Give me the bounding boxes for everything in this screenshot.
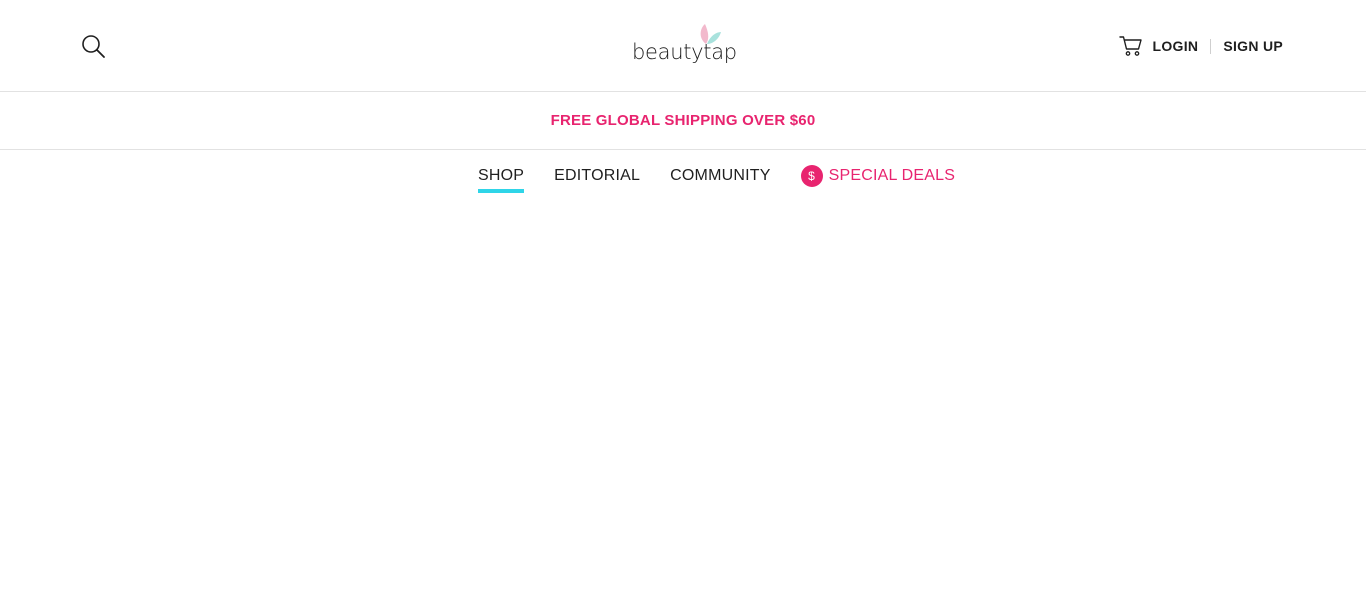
main-nav: SHOP EDITORIAL COMMUNITY $ SPECIAL DEALS [0, 150, 1366, 202]
nav-list: SHOP EDITORIAL COMMUNITY $ SPECIAL DEALS [478, 165, 956, 193]
nav-item-community[interactable]: COMMUNITY [670, 167, 770, 185]
signup-link[interactable]: SIGN UP [1223, 38, 1283, 54]
account-divider [1210, 38, 1212, 54]
login-link[interactable]: LOGIN [1152, 38, 1198, 54]
dollar-icon: $ [800, 165, 823, 187]
search-icon[interactable] [80, 33, 106, 59]
promo-text: FREE GLOBAL SHIPPING OVER $60 [550, 112, 816, 129]
promo-banner: FREE GLOBAL SHIPPING OVER $60 [0, 92, 1366, 150]
site-header: beautytap LOGIN SIGN UP [0, 0, 1366, 92]
beautytap-logo[interactable]: beautytap [626, 22, 742, 70]
nav-item-special-deals-label: SPECIAL DEALS [828, 167, 956, 184]
cart-icon[interactable] [1119, 35, 1143, 57]
nav-item-special-deals[interactable]: $ SPECIAL DEALS [800, 165, 956, 187]
logo-text: beautytap [632, 40, 737, 64]
account-links: LOGIN SIGN UP [1119, 34, 1283, 58]
nav-item-editorial[interactable]: EDITORIAL [554, 167, 640, 185]
nav-item-shop[interactable]: SHOP [478, 167, 525, 193]
